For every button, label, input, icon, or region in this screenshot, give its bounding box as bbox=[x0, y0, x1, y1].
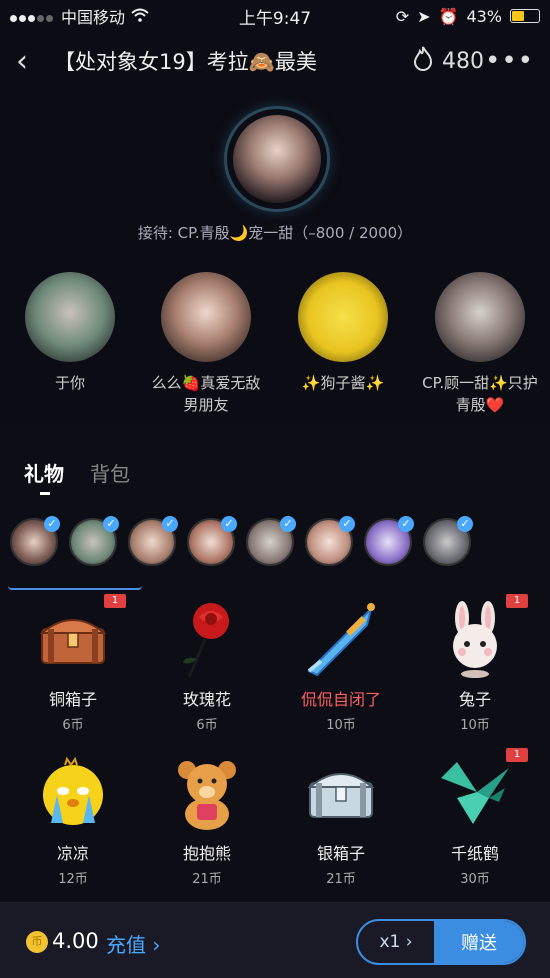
seat-4[interactable]: CP.顾一甜✨只护 青殷❤️ bbox=[412, 272, 548, 416]
coin-icon: 币 bbox=[26, 931, 48, 953]
room-title: 【处对象女19】考拉🙈最美 bbox=[54, 50, 317, 74]
send-control: x1 › 赠送 bbox=[356, 919, 526, 965]
recharge-link[interactable]: 充值 › bbox=[106, 929, 160, 958]
host-avatar[interactable] bbox=[224, 106, 330, 212]
check-icon: ✓ bbox=[339, 516, 355, 532]
gift-price: 21币 bbox=[192, 872, 222, 887]
gift-tabs: 礼物 背包 bbox=[24, 458, 130, 487]
recipient-avatar[interactable]: ✓ bbox=[128, 516, 178, 566]
gift-panel: 礼物 背包 ✓ ✓ ✓ ✓ ✓ ✓ ✓ ✓ 1 铜箱子 6币 玫瑰花 6币 侃侃… bbox=[0, 428, 550, 978]
gift-item[interactable]: 玫瑰花 6币 bbox=[152, 600, 262, 733]
tab-gifts[interactable]: 礼物 bbox=[24, 458, 64, 487]
gift-name: 兔子 bbox=[458, 690, 491, 709]
gift-item[interactable]: 银箱子 21币 bbox=[286, 754, 396, 887]
avatar bbox=[161, 272, 251, 362]
status-bar: 中国移动 上午9:47 ⟳ ➤ ⏰ 43% bbox=[0, 0, 550, 32]
gift-badge: 1 bbox=[506, 748, 528, 762]
quantity-selector[interactable]: x1 › bbox=[358, 921, 434, 963]
gift-item[interactable]: 侃侃自闭了 10币 bbox=[286, 600, 396, 733]
gift-price: 10币 bbox=[460, 718, 490, 733]
avatar bbox=[298, 272, 388, 362]
gift-name: 铜箱子 bbox=[48, 690, 97, 709]
wifi-icon bbox=[131, 7, 149, 26]
gift-badge: 1 bbox=[104, 594, 126, 608]
carrier-label: 中国移动 bbox=[61, 8, 126, 27]
battery-percent: 43% bbox=[466, 6, 502, 26]
active-tab-indicator bbox=[40, 492, 50, 495]
alarm-icon: ⏰ bbox=[438, 6, 459, 26]
treasure-chest-icon bbox=[33, 600, 113, 678]
send-gift-button[interactable]: 赠送 bbox=[434, 921, 524, 963]
gift-name: 千纸鹤 bbox=[450, 844, 499, 863]
selection-indicator bbox=[8, 586, 142, 590]
rotation-lock-icon: ⟳ bbox=[395, 6, 410, 26]
rose-icon bbox=[167, 600, 247, 678]
gift-badge: 1 bbox=[506, 594, 528, 608]
seat-2[interactable]: 么么🍓真爱无敌 男朋友 bbox=[138, 272, 274, 416]
signal-icon bbox=[10, 7, 55, 26]
teddy-bear-icon bbox=[167, 754, 247, 832]
silver-chest-icon bbox=[301, 754, 381, 832]
recipient-avatar[interactable]: ✓ bbox=[305, 516, 355, 566]
paper-crane-icon bbox=[435, 754, 515, 832]
recipient-list: ✓ ✓ ✓ ✓ ✓ ✓ ✓ ✓ bbox=[10, 516, 473, 566]
gift-item[interactable]: 抱抱熊 21币 bbox=[152, 754, 262, 887]
gift-name: 侃侃自闭了 bbox=[300, 690, 381, 709]
seat-1[interactable]: 于你 bbox=[2, 272, 138, 394]
sword-icon bbox=[301, 600, 381, 678]
gift-price: 12币 bbox=[58, 872, 88, 887]
back-icon[interactable]: ‹ bbox=[16, 44, 28, 79]
room-header: ‹ 【处对象女19】考拉🙈最美 480 ••• bbox=[0, 38, 550, 84]
heat-value: 480 bbox=[442, 48, 484, 74]
gift-price: 6币 bbox=[196, 718, 218, 733]
heat-counter[interactable]: 480 bbox=[412, 45, 484, 77]
check-icon: ✓ bbox=[280, 516, 296, 532]
gift-price: 21币 bbox=[326, 872, 356, 887]
gift-price: 10币 bbox=[326, 718, 356, 733]
check-icon: ✓ bbox=[457, 516, 473, 532]
status-right: ⟳ ➤ ⏰ 43% bbox=[396, 7, 540, 26]
seat-3[interactable]: ✨狗子酱✨ bbox=[275, 272, 411, 394]
check-icon: ✓ bbox=[44, 516, 60, 532]
gift-item[interactable]: 1 铜箱子 6币 bbox=[18, 594, 128, 733]
gift-item[interactable]: 1 千纸鹤 30币 bbox=[420, 748, 530, 887]
status-left: 中国移动 bbox=[10, 4, 149, 28]
flame-icon bbox=[412, 45, 434, 77]
tab-backpack[interactable]: 背包 bbox=[90, 458, 130, 487]
gift-name: 银箱子 bbox=[316, 844, 365, 863]
seat-name: ✨狗子酱✨ bbox=[301, 374, 385, 392]
recipient-avatar[interactable]: ✓ bbox=[69, 516, 119, 566]
crying-chick-icon bbox=[33, 754, 113, 832]
gift-item[interactable]: 1 兔子 10币 bbox=[420, 594, 530, 733]
host-label: 接待: CP.青殷🌙宠一甜（–800 / 2000） bbox=[137, 224, 413, 242]
seat-name: CP.顾一甜✨只护 青殷❤️ bbox=[422, 374, 538, 414]
recipient-avatar[interactable]: ✓ bbox=[10, 516, 60, 566]
gift-price: 6币 bbox=[62, 718, 84, 733]
gift-name: 凉凉 bbox=[56, 844, 89, 863]
gift-name: 抱抱熊 bbox=[182, 844, 231, 863]
check-icon: ✓ bbox=[398, 516, 414, 532]
status-time: 上午9:47 bbox=[238, 8, 312, 29]
more-options-icon[interactable]: ••• bbox=[485, 46, 534, 76]
gift-name: 玫瑰花 bbox=[182, 690, 231, 709]
check-icon: ✓ bbox=[221, 516, 237, 532]
gift-item[interactable]: 凉凉 12币 bbox=[18, 754, 128, 887]
rabbit-icon bbox=[435, 600, 515, 678]
location-icon: ➤ bbox=[417, 6, 431, 26]
seat-name: 么么🍓真爱无敌 男朋友 bbox=[151, 374, 261, 414]
recipient-avatar[interactable]: ✓ bbox=[364, 516, 414, 566]
bottom-bar: 币 4.00 充值 › x1 › 赠送 bbox=[0, 902, 550, 978]
recipient-avatar[interactable]: ✓ bbox=[423, 516, 473, 566]
seat-name: 于你 bbox=[54, 374, 85, 392]
avatar bbox=[435, 272, 525, 362]
check-icon: ✓ bbox=[162, 516, 178, 532]
check-icon: ✓ bbox=[103, 516, 119, 532]
gift-price: 30币 bbox=[460, 872, 490, 887]
coin-balance: 4.00 bbox=[52, 929, 99, 953]
battery-icon bbox=[510, 9, 540, 23]
avatar bbox=[25, 272, 115, 362]
recipient-avatar[interactable]: ✓ bbox=[246, 516, 296, 566]
recipient-avatar[interactable]: ✓ bbox=[187, 516, 237, 566]
